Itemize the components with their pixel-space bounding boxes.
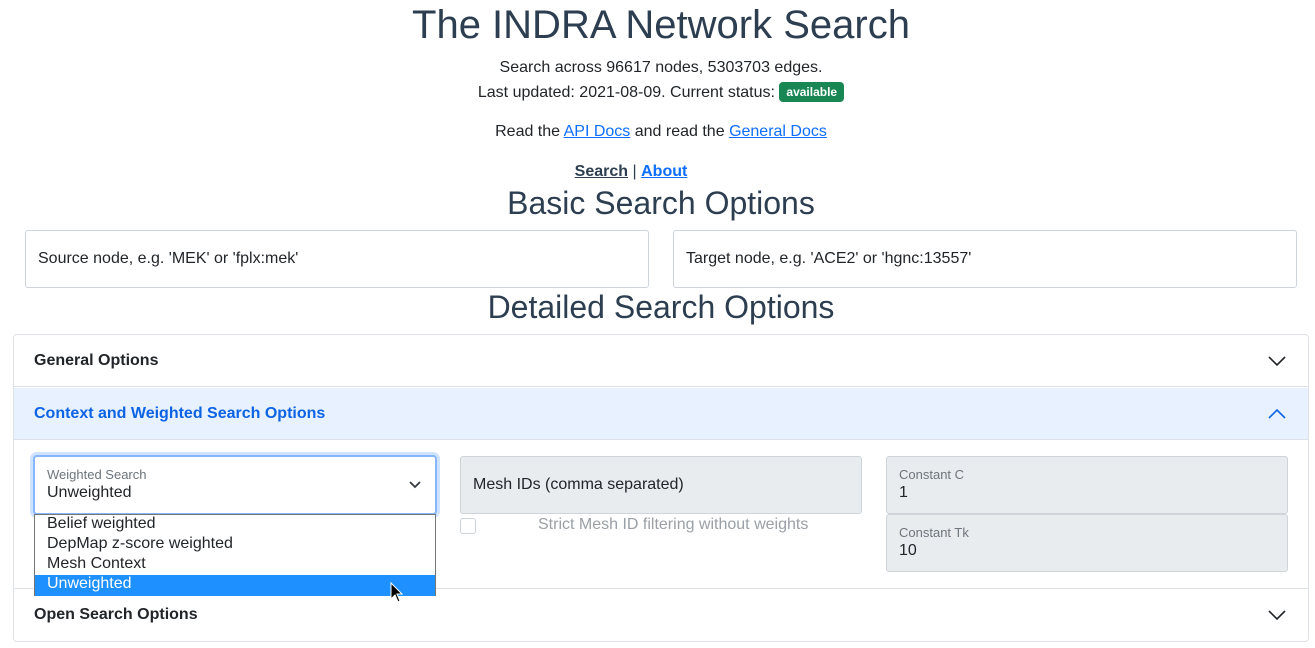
mouse-cursor-icon [390,582,404,603]
chevron-down-icon [1268,610,1286,621]
weighted-search-value: Unweighted [47,484,132,501]
status-badge: available [779,82,845,102]
constant-c-field[interactable]: Constant C 1 [886,456,1288,514]
docs-line: Read the API Docs and read the General D… [0,122,1315,141]
status-line: Last updated: 2021-08-09. Current status… [0,82,1315,103]
docs-middle: and read the [634,123,725,140]
page-nav: Search | About [0,162,1262,181]
chevron-up-icon [1268,408,1286,419]
context-options-header[interactable]: Context and Weighted Search Options [14,388,1308,440]
weighted-search-dropdown[interactable]: Belief weighted DepMap z-score weighted … [34,514,436,596]
target-node-input[interactable] [673,230,1297,288]
constant-c-label: Constant C [899,467,965,482]
select-caret-icon [409,481,421,489]
stats-text: Search across 96617 nodes, 5303703 edges… [499,59,823,76]
constant-c-value: 1 [899,484,908,501]
general-options-label: General Options [34,352,159,369]
context-options-label: Context and Weighted Search Options [34,405,326,422]
chevron-down-icon [1268,356,1286,367]
basic-search-heading: Basic Search Options [507,185,815,221]
mesh-ids-input[interactable]: Mesh IDs (comma separated) [460,456,862,514]
detailed-search-heading: Detailed Search Options [487,289,835,325]
open-options-label: Open Search Options [34,606,198,623]
updated-text: Last updated: 2021-08-09. Current status… [477,84,775,101]
option-unweighted[interactable]: Unweighted [35,575,435,596]
nav-separator: | [632,163,637,180]
page-title: The INDRA Network Search [412,3,910,47]
mesh-ids-placeholder: Mesh IDs (comma separated) [473,476,684,493]
nav-search-link[interactable]: Search [575,163,628,180]
option-belief-weighted[interactable]: Belief weighted [35,515,435,535]
constant-tk-field[interactable]: Constant Tk 10 [886,514,1288,572]
option-depmap-weighted[interactable]: DepMap z-score weighted [35,535,435,555]
weighted-search-select[interactable]: Weighted Search Unweighted [33,455,437,515]
option-mesh-context[interactable]: Mesh Context [35,555,435,575]
open-options-header[interactable]: Open Search Options [14,589,1308,641]
nav-about-link[interactable]: About [641,163,687,180]
constant-tk-value: 10 [899,542,917,559]
docs-prefix: Read the [495,123,561,140]
constant-tk-label: Constant Tk [899,525,969,540]
strict-mesh-label: Strict Mesh ID filtering without weights [538,516,809,533]
api-docs-link[interactable]: API Docs [564,123,631,140]
general-docs-link[interactable]: General Docs [729,123,827,140]
weighted-search-label: Weighted Search [47,467,147,482]
source-node-input[interactable] [25,230,649,288]
strict-mesh-checkbox[interactable] [460,518,476,534]
general-options-header[interactable]: General Options [14,335,1308,387]
